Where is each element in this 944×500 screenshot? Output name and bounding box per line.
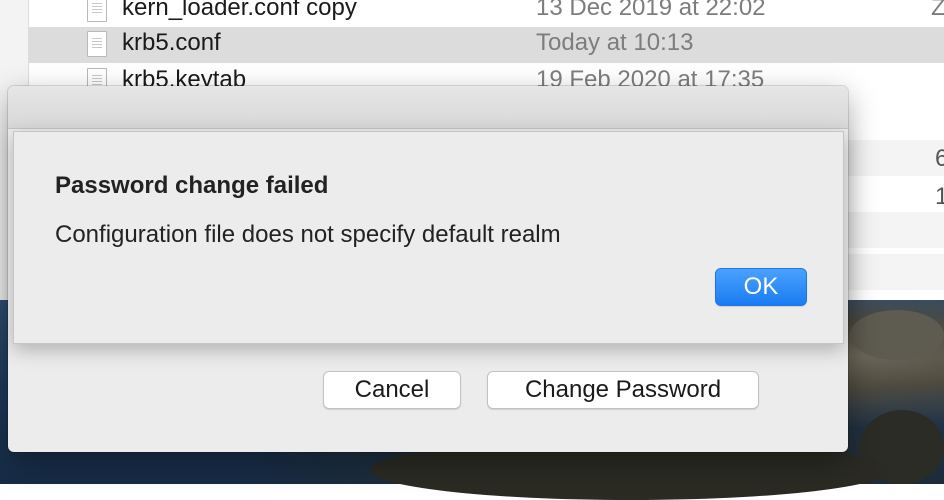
document-icon: [87, 0, 107, 22]
size-text: 1: [935, 183, 944, 210]
file-row[interactable]: kern_loader.conf copy 13 Dec 2019 at 22:…: [29, 0, 944, 28]
file-extra: Z: [931, 0, 944, 21]
file-date: 13 Dec 2019 at 22:02: [536, 0, 766, 21]
document-icon: [87, 31, 107, 57]
file-date: Today at 10:13: [536, 29, 694, 56]
file-name: kern_loader.conf copy: [122, 0, 357, 21]
wallpaper-rock: [850, 310, 944, 360]
list-row-stripe: [848, 140, 944, 176]
file-row-selected[interactable]: krb5.conf Today at 10:13: [29, 27, 944, 63]
change-password-button[interactable]: Change Password: [487, 371, 759, 409]
sheet-titlebar: [8, 86, 848, 129]
cancel-button[interactable]: Cancel: [323, 371, 461, 409]
list-row-stripe: [848, 254, 944, 290]
alert-message: Configuration file does not specify defa…: [55, 221, 561, 248]
size-text: 6: [935, 145, 944, 172]
ok-button[interactable]: OK: [715, 268, 807, 306]
error-alert: Password change failed Configuration fil…: [13, 131, 844, 344]
alert-title: Password change failed: [55, 172, 329, 199]
list-row-stripe: [848, 212, 944, 248]
file-name: krb5.conf: [122, 29, 221, 56]
